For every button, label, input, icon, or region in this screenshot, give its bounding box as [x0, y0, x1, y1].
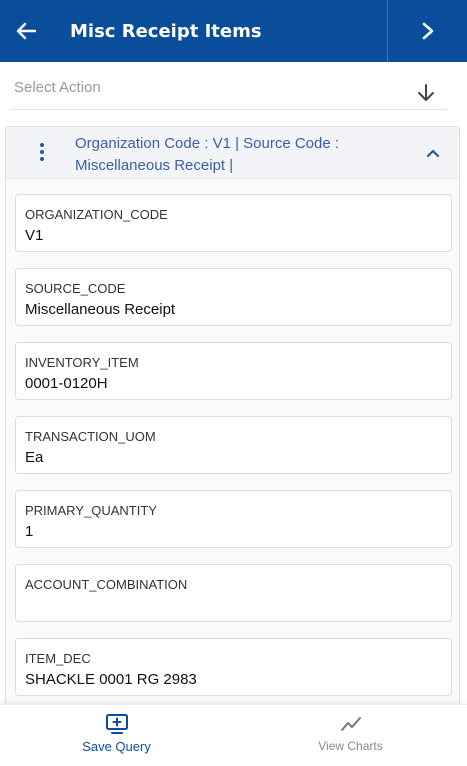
field-label: ITEM_DEC — [25, 651, 91, 666]
field-transaction-uom[interactable]: TRANSACTION_UOM Ea — [15, 416, 452, 474]
save-query-icon — [105, 714, 128, 734]
chevron-right-icon — [422, 22, 433, 40]
field-label: ORGANIZATION_CODE — [25, 207, 168, 222]
view-charts-button[interactable]: View Charts — [234, 705, 467, 766]
field-account-combination[interactable]: ACCOUNT_COMBINATION — [15, 564, 452, 622]
field-value: Miscellaneous Receipt — [25, 301, 176, 318]
chevron-up-icon[interactable] — [425, 145, 441, 161]
save-query-button[interactable]: Save Query — [0, 705, 233, 766]
action-underline — [10, 109, 447, 110]
field-organization-code[interactable]: ORGANIZATION_CODE V1 — [15, 194, 452, 252]
kebab-menu-icon[interactable] — [37, 143, 47, 163]
record-card: Organization Code : V1 | Source Code : M… — [5, 126, 460, 704]
field-value: 1 — [25, 523, 34, 540]
app-header: Misc Receipt Items — [0, 0, 467, 62]
field-item-dec[interactable]: ITEM_DEC SHACKLE 0001 RG 2983 — [15, 638, 452, 696]
arrow-left-icon — [16, 22, 36, 40]
field-label: PRIMARY_QUANTITY — [25, 503, 157, 518]
field-value: 0001-0120H — [25, 375, 108, 392]
back-button[interactable] — [0, 0, 52, 62]
action-bar: Select Action — [0, 62, 467, 118]
field-inventory-item[interactable]: INVENTORY_ITEM 0001-0120H — [15, 342, 452, 400]
line-chart-icon — [340, 717, 361, 731]
field-source-code[interactable]: SOURCE_CODE Miscellaneous Receipt — [15, 268, 452, 326]
group-header[interactable]: Organization Code : V1 | Source Code : M… — [6, 127, 459, 179]
field-value: SHACKLE 0001 RG 2983 — [25, 671, 197, 688]
select-action-dropdown[interactable]: Select Action — [14, 79, 101, 96]
save-query-label: Save Query — [82, 739, 151, 754]
field-label: SOURCE_CODE — [25, 281, 126, 296]
field-label: TRANSACTION_UOM — [25, 429, 156, 444]
next-button[interactable] — [387, 0, 467, 62]
page-title: Misc Receipt Items — [70, 20, 262, 42]
arrow-down-icon[interactable] — [415, 82, 437, 104]
field-label: INVENTORY_ITEM — [25, 355, 139, 370]
bottom-nav: Save Query View Charts — [0, 704, 467, 766]
field-primary-quantity[interactable]: PRIMARY_QUANTITY 1 — [15, 490, 452, 548]
field-value: V1 — [25, 227, 44, 244]
field-label: ACCOUNT_COMBINATION — [25, 577, 188, 592]
field-value: Ea — [25, 449, 44, 466]
view-charts-label: View Charts — [318, 739, 383, 753]
group-title: Organization Code : V1 | Source Code : M… — [75, 135, 340, 174]
